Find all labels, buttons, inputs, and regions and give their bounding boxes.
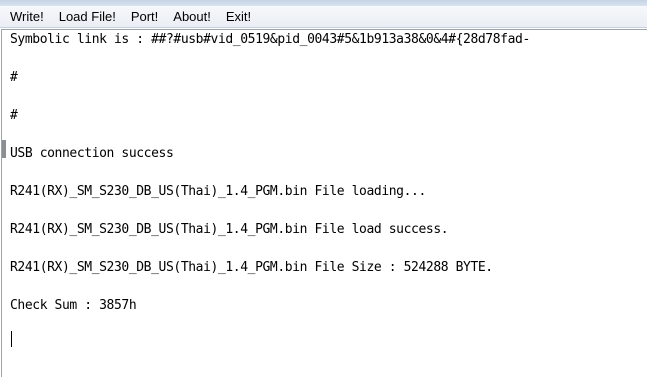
log-line-hash-1: #: [10, 70, 18, 85]
log-line-file-size: R241(RX)_SM_S230_DB_US(Thai)_1.4_PGM.bin…: [10, 260, 493, 275]
log-line-symbolic-link: Symbolic link is : ##?#usb#vid_0519&pid_…: [10, 32, 530, 47]
log-text-area[interactable]: Symbolic link is : ##?#usb#vid_0519&pid_…: [1, 29, 647, 377]
scroll-edge-marker: [2, 140, 6, 158]
app-window: Write! Load File! Port! About! Exit! Sym…: [0, 0, 647, 377]
menu-load-file[interactable]: Load File!: [57, 8, 118, 25]
text-caret: [11, 331, 12, 347]
menu-write[interactable]: Write!: [8, 8, 46, 25]
log-line-load-success: R241(RX)_SM_S230_DB_US(Thai)_1.4_PGM.bin…: [10, 222, 449, 237]
menu-port[interactable]: Port!: [129, 8, 160, 25]
log-line-hash-2: #: [10, 108, 18, 123]
menu-exit[interactable]: Exit!: [224, 8, 253, 25]
menu-about[interactable]: About!: [171, 8, 213, 25]
log-line-checksum: Check Sum : 3857h: [10, 298, 137, 313]
log-line-file-loading: R241(RX)_SM_S230_DB_US(Thai)_1.4_PGM.bin…: [10, 184, 426, 199]
menu-bar: Write! Load File! Port! About! Exit!: [0, 6, 647, 28]
log-line-usb-success: USB connection success: [10, 146, 174, 161]
